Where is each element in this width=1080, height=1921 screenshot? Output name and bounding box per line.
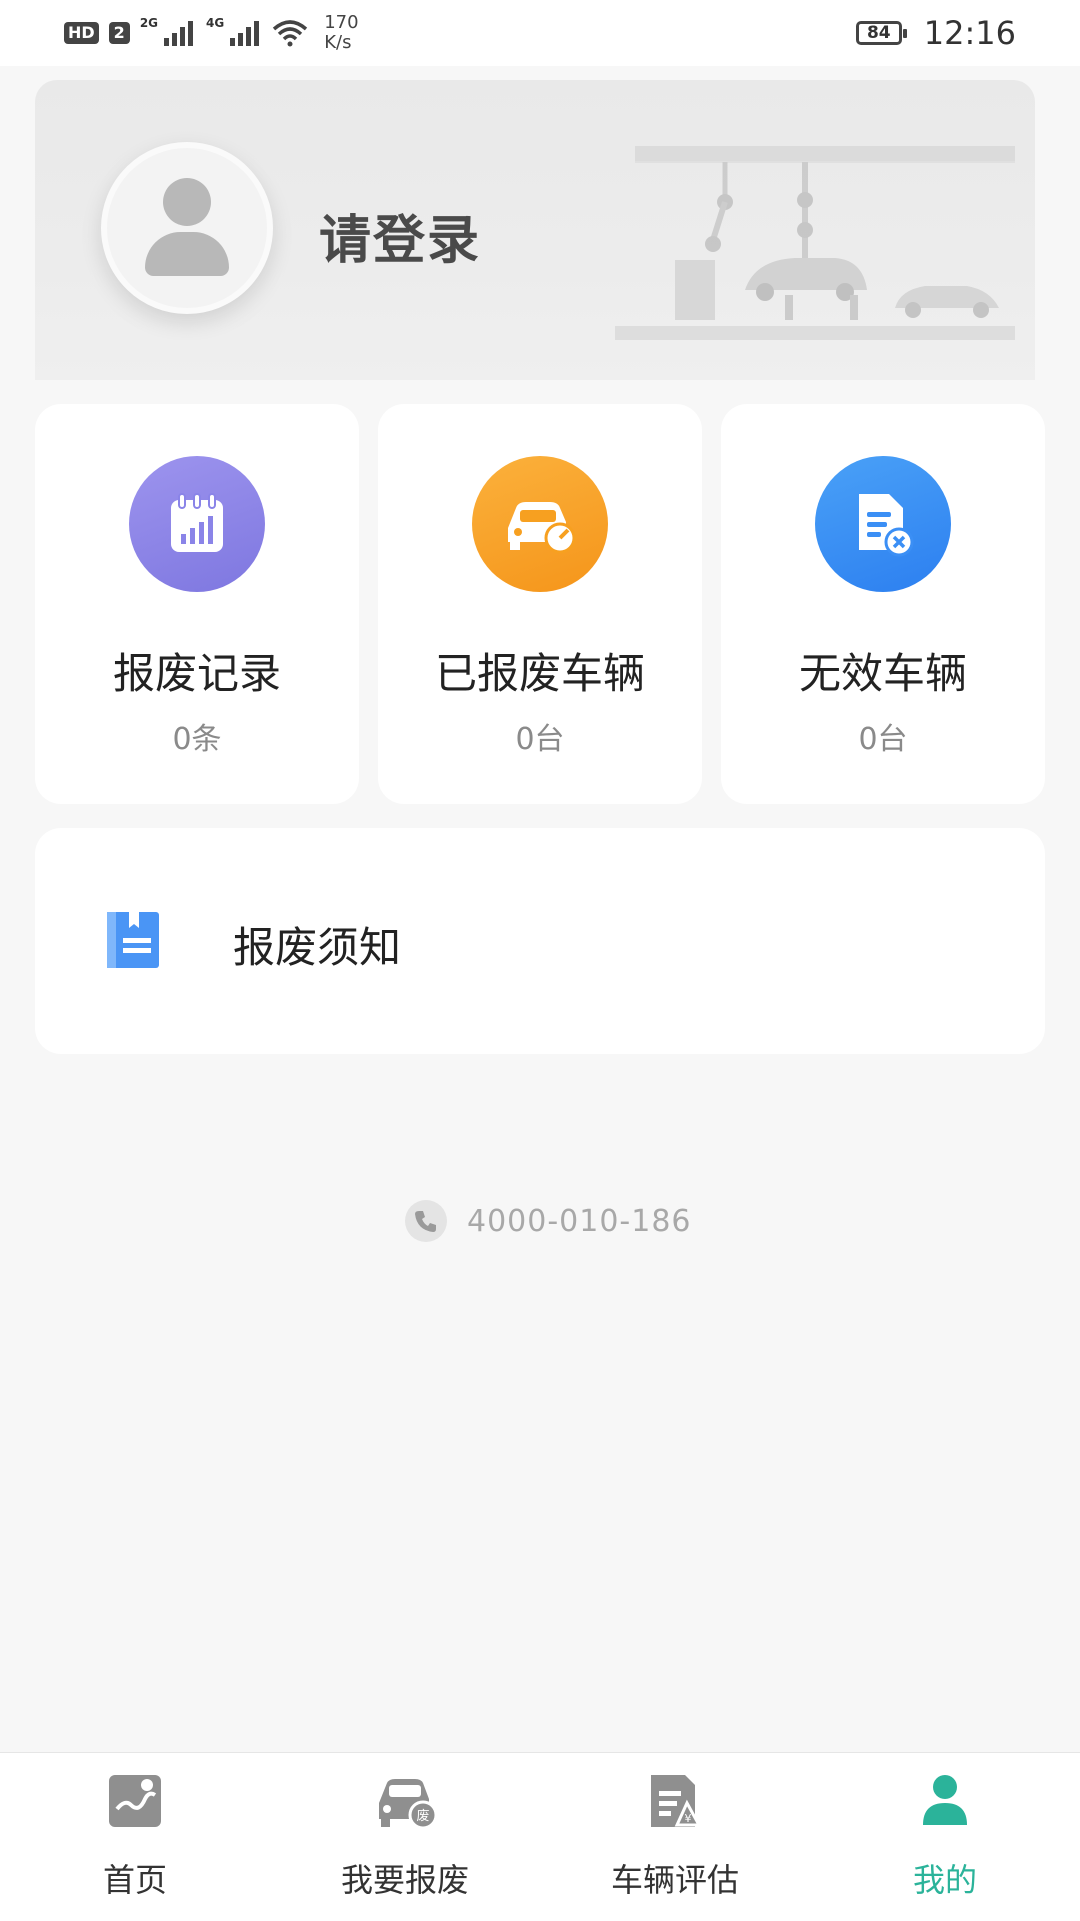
notebook-icon (107, 912, 159, 968)
svg-text:¥: ¥ (685, 1812, 692, 1825)
wifi-icon (273, 20, 308, 47)
signal-icon (230, 21, 260, 46)
car-gauge-icon (472, 456, 608, 592)
sim-icon: 2 (108, 22, 130, 44)
nav-item-mine[interactable]: 我的 (810, 1753, 1080, 1921)
clock: 12:16 (923, 14, 1016, 52)
nav-item-evaluate[interactable]: ¥ 车辆评估 (540, 1753, 810, 1921)
status-right: 84 12:16 (855, 14, 1016, 52)
stat-count: 0台 (858, 722, 908, 757)
signal-icon (164, 21, 194, 46)
scrap-car-icon: 废 (379, 1779, 437, 1830)
factory-illustration-icon (615, 146, 1015, 340)
nav-label: 我的 (912, 1861, 977, 1899)
avatar-body-icon (145, 232, 229, 276)
map-icon (109, 1775, 161, 1827)
avatar[interactable] (101, 142, 273, 314)
network-4g-label: 4G (206, 16, 225, 30)
nav-item-home[interactable]: 首页 (0, 1753, 270, 1921)
avatar-head-icon (163, 178, 211, 226)
svg-text:废: 废 (416, 1808, 429, 1824)
calendar-chart-icon (129, 456, 265, 592)
contact-phone[interactable]: 4000-010-186 (405, 1200, 692, 1242)
stat-count: 0条 (172, 722, 222, 757)
hd-icon: HD (64, 22, 99, 44)
doc-cancel-icon (815, 456, 951, 592)
net-speed: 170 K/s (324, 13, 358, 53)
notice-label: 报废须知 (233, 923, 402, 972)
net-speed-value: 170 (324, 12, 359, 33)
nav-label: 首页 (102, 1861, 167, 1899)
net-speed-unit: K/s (324, 32, 352, 53)
nav-label: 车辆评估 (610, 1861, 739, 1899)
stat-card-scrap-records[interactable]: 报废记录 0条 (35, 404, 359, 804)
stat-label: 已报废车辆 (434, 649, 645, 698)
stat-label: 报废记录 (112, 649, 281, 698)
stat-card-invalid-vehicles[interactable]: 无效车辆 0台 (721, 404, 1045, 804)
stat-label: 无效车辆 (798, 649, 967, 698)
bottom-nav: 首页 废 我要报废 ¥ 车辆评估 我的 (0, 1752, 1080, 1921)
phone-number[interactable]: 4000-010-186 (467, 1204, 692, 1239)
phone-icon (405, 1200, 447, 1242)
nav-label: 我要报废 (340, 1861, 469, 1899)
status-bar: HD 2 2G 4G 170 K/s 84 12:16 (0, 0, 1080, 66)
evaluate-icon: ¥ (651, 1775, 702, 1827)
network-2g-label: 2G (139, 16, 159, 30)
scrap-notice-card[interactable]: 报废须知 (35, 828, 1045, 1054)
stat-count: 0台 (515, 722, 565, 757)
battery-icon: 84 (855, 21, 907, 45)
status-left: HD 2 2G 4G 170 K/s (64, 13, 359, 53)
stat-card-scrapped-vehicles[interactable]: 已报废车辆 0台 (378, 404, 702, 804)
user-icon (923, 1775, 967, 1825)
nav-item-scrap[interactable]: 废 我要报废 (270, 1753, 540, 1921)
login-header[interactable]: 请登录 (35, 80, 1035, 380)
login-prompt[interactable]: 请登录 (319, 198, 481, 273)
